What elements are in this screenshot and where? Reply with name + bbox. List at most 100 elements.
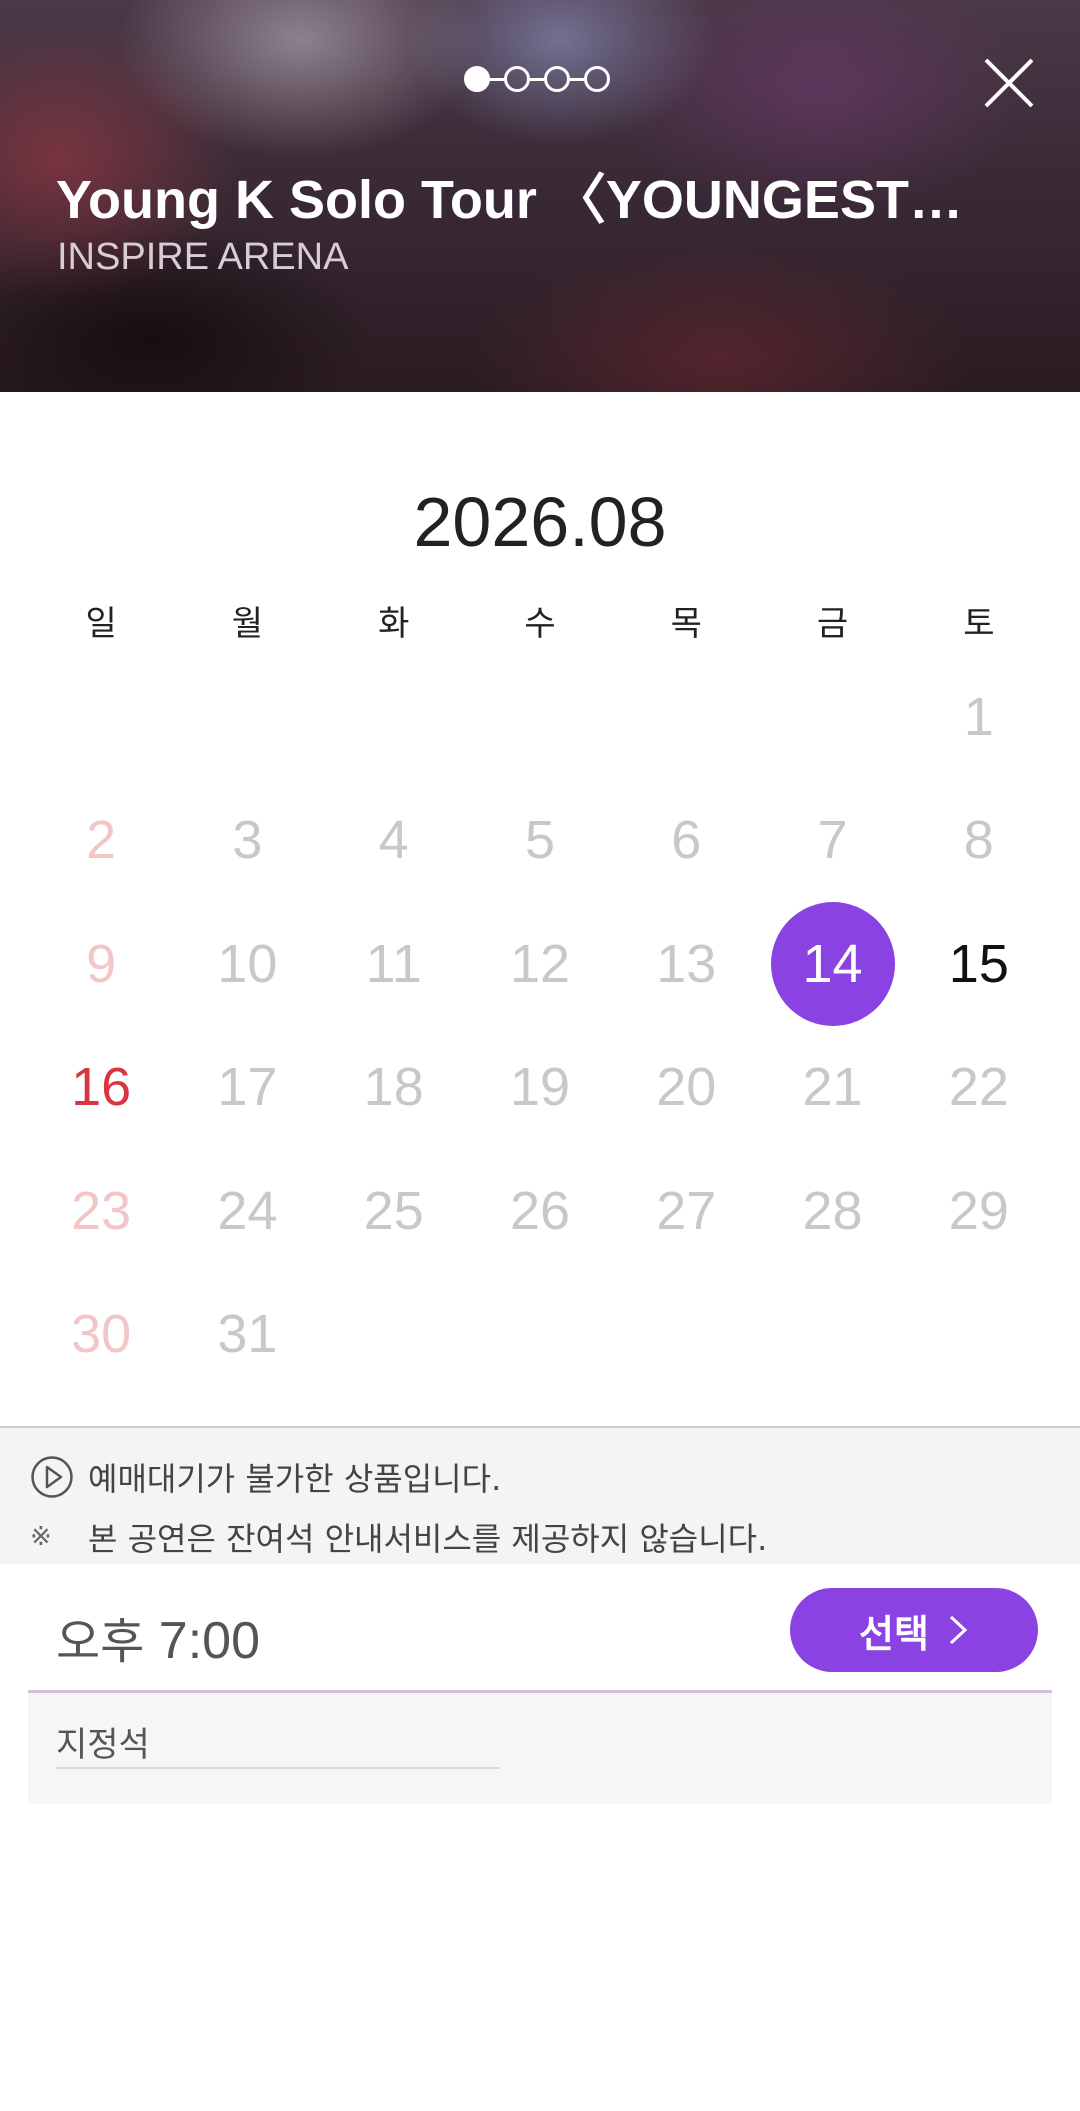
- session-clock: 7:00: [158, 1612, 260, 1670]
- calendar-week: 2 3 4 5 6 7 8: [28, 779, 1052, 903]
- calendar-cell: 5: [467, 779, 613, 903]
- calendar-cell: 2: [28, 779, 174, 903]
- weekday-label: 수: [524, 604, 556, 644]
- calendar-week: 1: [28, 655, 1052, 779]
- calendar-day: 24: [217, 1180, 278, 1241]
- calendar-cell: 3: [174, 779, 320, 903]
- calendar-cell: 21: [759, 1026, 905, 1150]
- close-icon: [976, 50, 1042, 116]
- calendar-day-selected[interactable]: 14: [770, 901, 895, 1026]
- page-dot-connector: [490, 77, 504, 81]
- calendar-day: 11: [365, 933, 422, 994]
- calendar-grid: 1 2 3 4 5 6 7 8 9 10 11 12 13 14 15 16 17 18 19 20 21 22 23 24 2…: [28, 655, 1052, 1396]
- calendar-cell: 15: [906, 902, 1052, 1026]
- calendar-day: 27: [656, 1180, 717, 1241]
- calendar-day: 3: [232, 810, 263, 871]
- notice-panel: 예매대기가 불가한 상품입니다. ※ 본 공연은 잔여석 안내서비스를 제공하지…: [0, 1426, 1080, 1564]
- calendar-day: 29: [948, 1180, 1009, 1241]
- notice-text-1: 예매대기가 불가한 상품입니다.: [88, 1460, 502, 1498]
- calendar-day: 23: [71, 1180, 132, 1241]
- session-period: 오후: [56, 1614, 145, 1670]
- calendar-cell: [906, 1273, 1052, 1397]
- calendar-cell: 25: [321, 1149, 467, 1273]
- calendar-day[interactable]: 15: [917, 902, 1041, 1026]
- calendar-day: 28: [802, 1180, 863, 1241]
- calendar-cell: 13: [613, 902, 759, 1026]
- calendar-day: 22: [948, 1057, 1009, 1118]
- calendar-day: 10: [217, 933, 278, 994]
- session-row: 오후 7:00 선택: [0, 1564, 1080, 1692]
- calendar-day: 7: [817, 810, 848, 871]
- calendar-cell: [613, 1273, 759, 1397]
- calendar-cell: 19: [467, 1026, 613, 1150]
- weekday-label: 목: [670, 604, 702, 644]
- select-button-label: 선택: [859, 1613, 929, 1656]
- page-indicator: [464, 64, 610, 94]
- weekday-label: 일: [85, 604, 117, 644]
- calendar-day: 1: [963, 686, 994, 747]
- calendar-cell: 31: [174, 1273, 320, 1397]
- calendar-cell: 22: [906, 1026, 1052, 1150]
- calendar-cell: [613, 655, 759, 779]
- seat-underline: [56, 1767, 500, 1769]
- calendar-cell: 16: [28, 1026, 174, 1150]
- calendar-cell: 20: [613, 1026, 759, 1150]
- calendar-cell: [28, 655, 174, 779]
- event-venue: INSPIRE ARENA: [57, 236, 349, 278]
- page-dot-connector: [570, 77, 584, 81]
- event-title: Young K Solo Tour 〈YOUNGEST〉 in INSPIRE …: [56, 170, 1016, 230]
- calendar-day: 18: [363, 1057, 424, 1118]
- weekday-label: 토: [963, 604, 995, 644]
- page-dot: [544, 66, 570, 92]
- calendar-cell: [321, 655, 467, 779]
- page-dot: [584, 66, 610, 92]
- calendar-cell: 27: [613, 1149, 759, 1273]
- calendar-day: 13: [656, 933, 717, 994]
- notice-remaining-seats: ※ 본 공연은 잔여석 안내서비스를 제공하지 않습니다.: [30, 1514, 767, 1560]
- calendar-cell: 23: [28, 1149, 174, 1273]
- calendar-day: 9: [86, 933, 117, 994]
- calendar-day: 2: [86, 810, 117, 871]
- calendar-cell: 30: [28, 1273, 174, 1397]
- reference-mark: ※: [30, 1522, 52, 1552]
- calendar-day: 6: [671, 810, 702, 871]
- select-button[interactable]: 선택: [790, 1588, 1038, 1672]
- calendar-cell: [321, 1273, 467, 1397]
- calendar-cell: 26: [467, 1149, 613, 1273]
- calendar-day: 26: [509, 1180, 571, 1241]
- calendar-day: 21: [802, 1057, 863, 1118]
- play-circle-icon: [30, 1455, 74, 1499]
- calendar-week: 30 31: [28, 1273, 1052, 1397]
- calendar-day: 17: [217, 1057, 278, 1118]
- calendar-day: 12: [509, 933, 571, 994]
- calendar-cell: 29: [906, 1149, 1052, 1273]
- page-dot: [504, 66, 530, 92]
- calendar-cell: 7: [759, 779, 905, 903]
- close-button[interactable]: [976, 50, 1042, 116]
- weekday-label: 금: [816, 604, 849, 644]
- calendar-month-label: 2026.08: [413, 483, 667, 561]
- event-header: Young K Solo Tour 〈YOUNGEST〉 in INSPIRE …: [0, 0, 1080, 392]
- calendar-cell: 8: [906, 779, 1052, 903]
- calendar-cell: [759, 655, 905, 779]
- calendar-day: 20: [656, 1057, 717, 1118]
- calendar-cell: 9: [28, 902, 174, 1026]
- chevron-right-icon: [947, 1613, 969, 1647]
- calendar-day[interactable]: 16: [39, 1025, 163, 1149]
- calendar-cell: 17: [174, 1026, 320, 1150]
- page-dot: [464, 66, 490, 92]
- calendar-week: 23 24 25 26 27 28 29: [28, 1149, 1052, 1273]
- calendar-day: 4: [378, 810, 409, 871]
- calendar-cell: 18: [321, 1026, 467, 1150]
- calendar-cell: [467, 655, 613, 779]
- calendar-day: 8: [963, 810, 994, 871]
- page-dot-connector: [530, 77, 544, 81]
- calendar-cell: [759, 1273, 905, 1397]
- calendar-day: 30: [71, 1304, 132, 1365]
- weekday-label: 월: [231, 604, 264, 644]
- calendar-day: 5: [524, 810, 555, 871]
- calendar-day: 19: [509, 1057, 571, 1118]
- weekday-label: 화: [378, 604, 410, 644]
- calendar-cell: 12: [467, 902, 613, 1026]
- calendar-cell: 14: [759, 901, 905, 1026]
